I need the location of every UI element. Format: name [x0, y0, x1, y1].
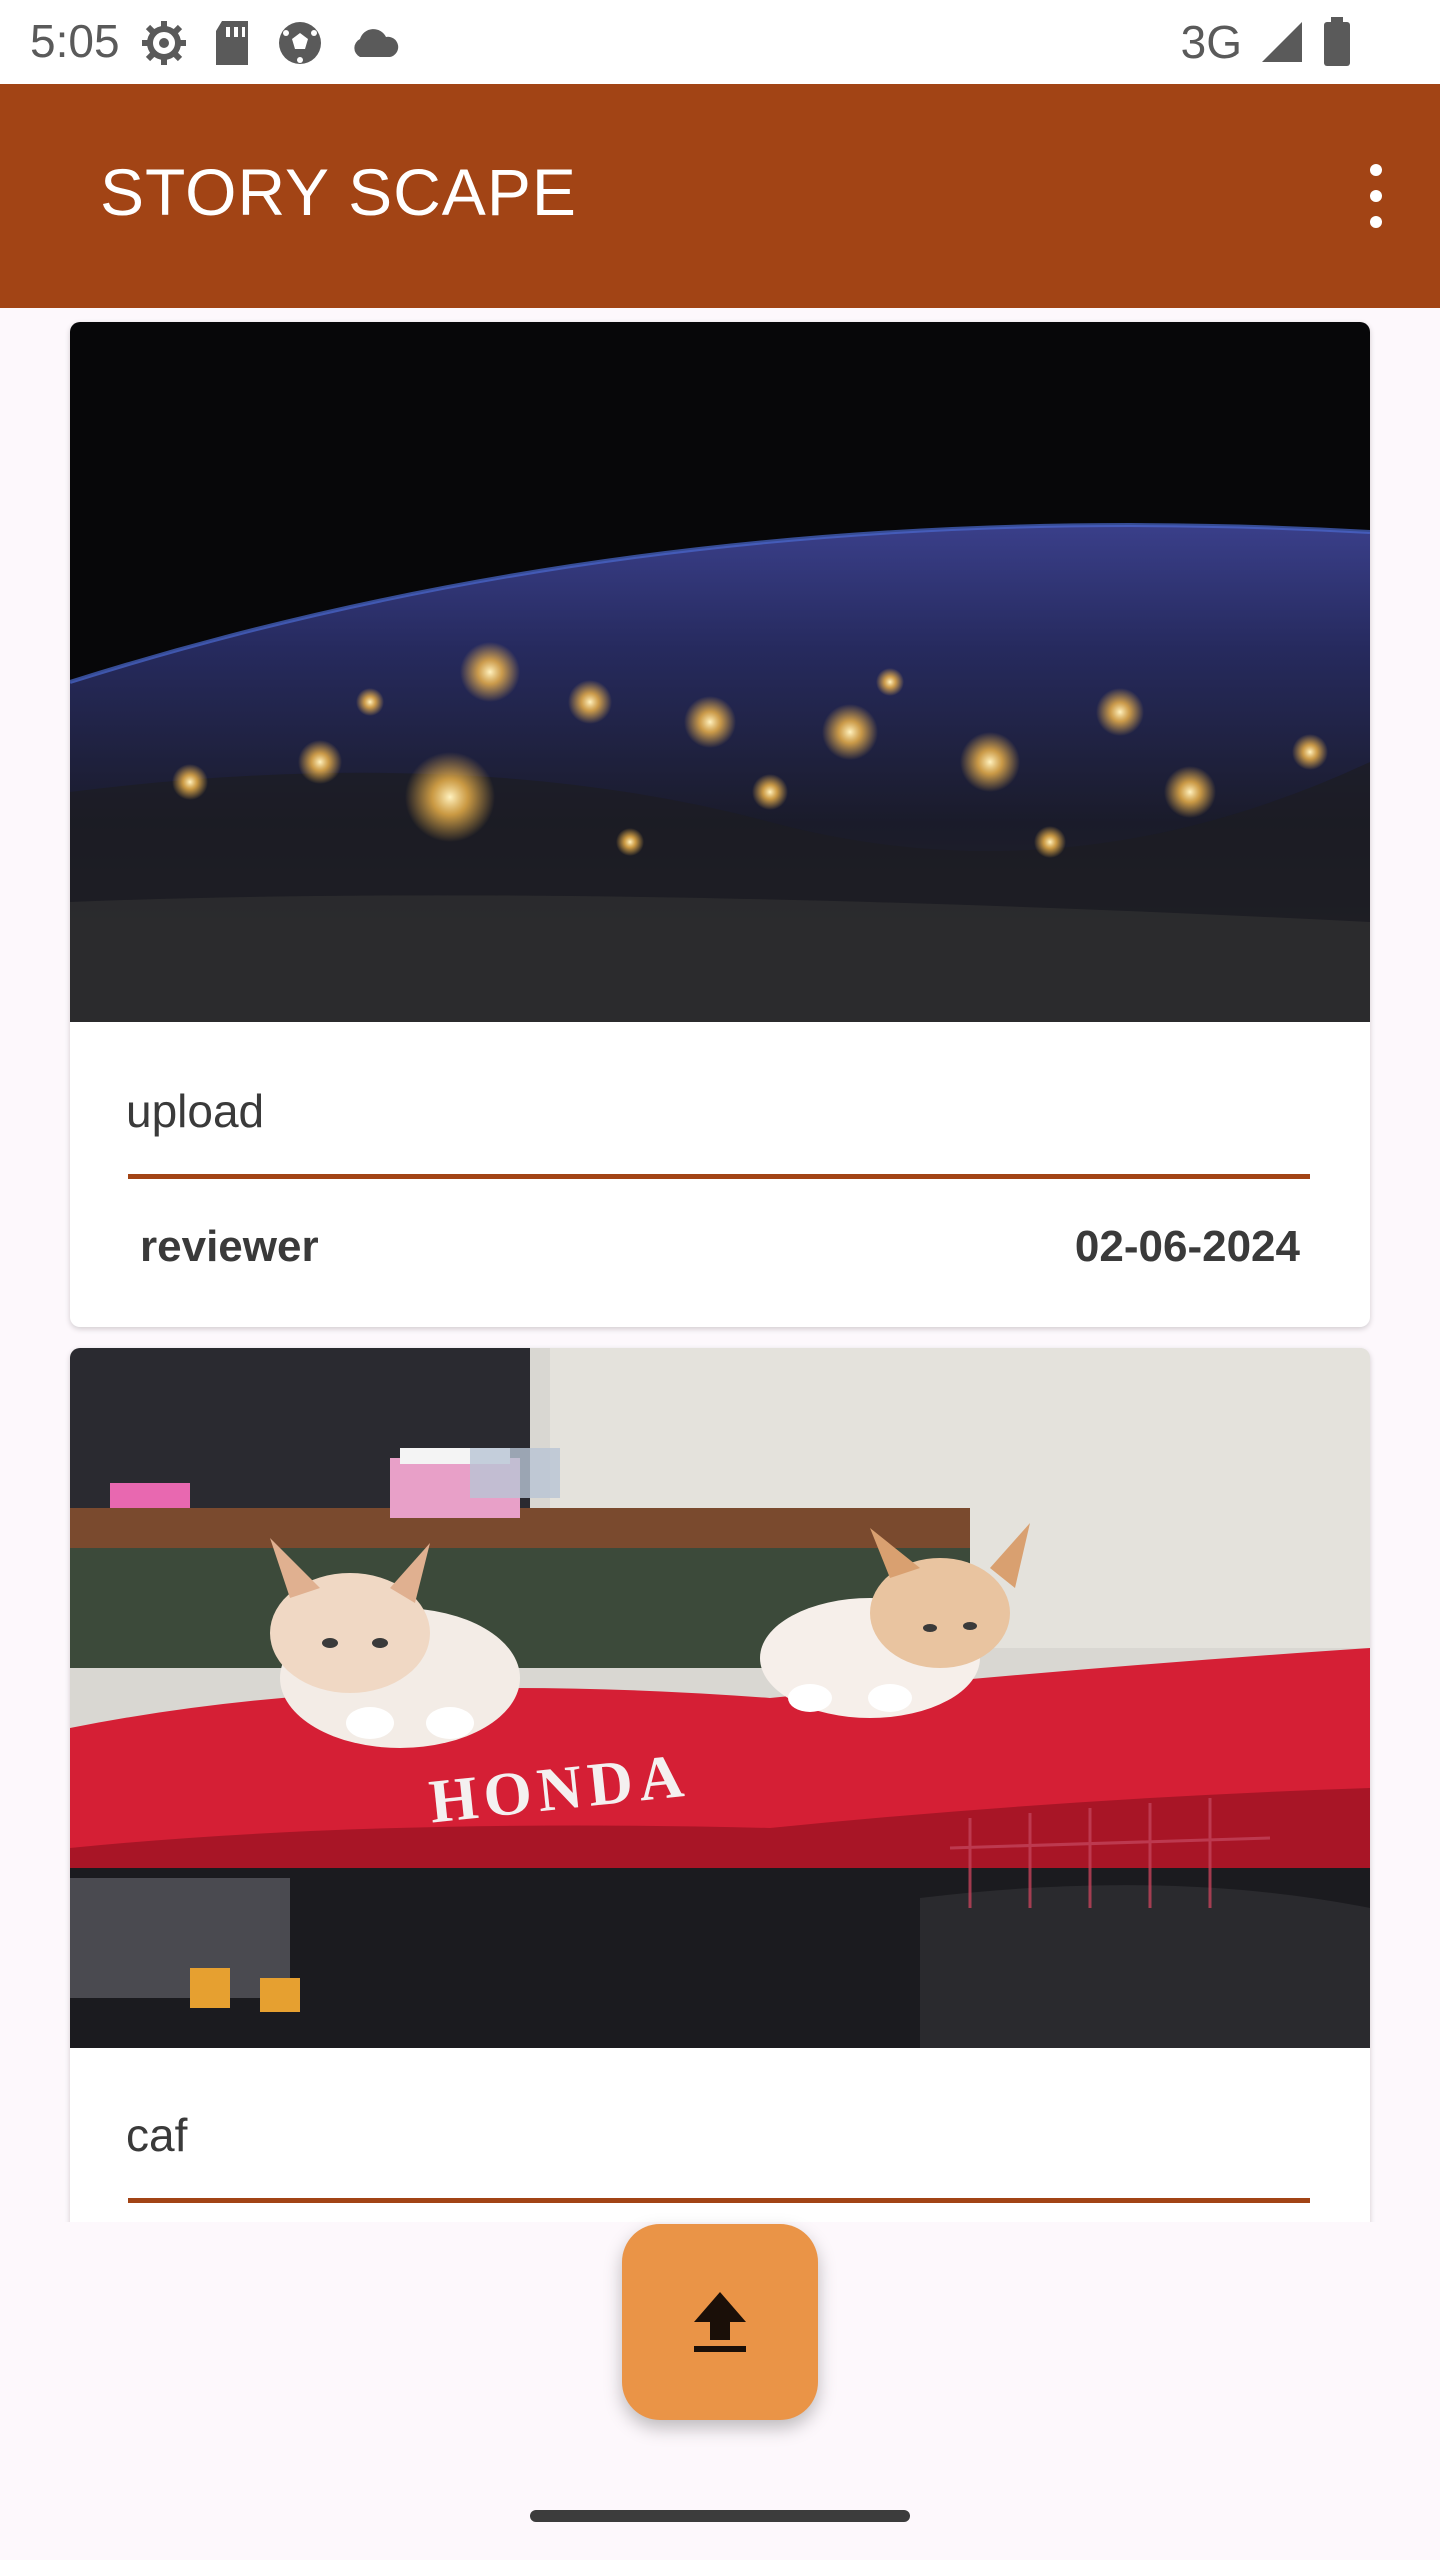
home-indicator[interactable]	[530, 2510, 910, 2522]
app-bar: STORY SCAPE	[0, 84, 1440, 308]
story-list[interactable]: upload reviewer 02-06-2024 HONDA caf	[0, 308, 1440, 2222]
story-author: reviewer	[140, 1222, 319, 1271]
story-description: upload	[126, 1085, 265, 1137]
story-card[interactable]: upload reviewer 02-06-2024	[70, 322, 1370, 1327]
menu-dot	[1370, 216, 1382, 228]
divider	[128, 1174, 1310, 1179]
upload-icon	[694, 2292, 746, 2352]
story-date: 02-06-2024	[1074, 1222, 1300, 1271]
app-title: STORY SCAPE	[100, 155, 577, 229]
battery-icon	[1324, 17, 1350, 66]
status-icons-left	[140, 18, 400, 68]
sd-card-icon	[216, 21, 248, 65]
cloud-icon	[354, 29, 399, 57]
status-icons-right: 3G	[1181, 14, 1352, 70]
kittens-on-honda-motorcycle-photo: HONDA	[70, 1348, 1370, 2048]
soccer-ball-icon	[279, 22, 321, 64]
settings-icon	[142, 21, 186, 65]
upload-button[interactable]	[622, 2224, 818, 2420]
earth-at-night-photo	[70, 322, 1370, 1022]
status-time: 5:05	[30, 15, 120, 67]
story-description: caf	[126, 2109, 188, 2161]
more-vert-icon[interactable]	[1352, 156, 1400, 236]
network-type: 3G	[1180, 16, 1242, 68]
status-bar: 5:05 3G	[0, 0, 1440, 84]
divider	[128, 2198, 1310, 2203]
menu-dot	[1370, 190, 1382, 202]
menu-dot	[1370, 164, 1382, 176]
signal-icon	[1262, 22, 1302, 62]
story-card[interactable]: HONDA caf	[70, 1348, 1370, 2222]
